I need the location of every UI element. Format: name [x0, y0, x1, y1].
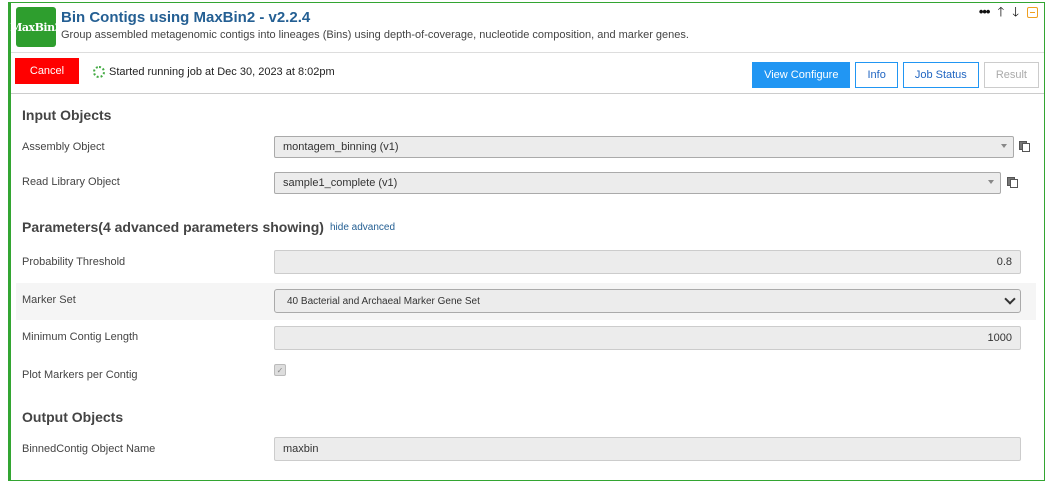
dropdown-arrow-icon: [988, 180, 994, 184]
probability-threshold-input[interactable]: 0.8: [274, 250, 1021, 274]
move-up-icon[interactable]: 🡑: [997, 5, 1004, 19]
app-title[interactable]: Bin Contigs using MaxBin2 - v2.2.4: [61, 9, 310, 26]
app-subtitle: Group assembled metagenomic contigs into…: [61, 29, 689, 41]
assembly-object-value: montagem_binning (v1): [283, 141, 399, 153]
tab-result[interactable]: Result: [983, 62, 1039, 88]
hide-advanced-link[interactable]: hide advanced: [330, 222, 395, 233]
parameters-heading: Parameters(4 advanced parameters showing…: [22, 219, 324, 235]
spinner-icon: [93, 66, 105, 78]
cancel-button[interactable]: Cancel: [15, 58, 79, 84]
job-status-message: Started running job at Dec 30, 2023 at 8…: [93, 66, 335, 78]
plot-markers-label: Plot Markers per Contig: [22, 369, 138, 381]
probability-threshold-label: Probability Threshold: [22, 256, 126, 268]
copy-icon[interactable]: [1007, 177, 1018, 188]
marker-set-value: 40 Bacterial and Archaeal Marker Gene Se…: [287, 296, 480, 307]
tab-view-configure[interactable]: View Configure: [752, 62, 851, 88]
input-objects-heading: Input Objects: [22, 107, 112, 123]
cell-toolbar-icons: ••• 🡑 🡓: [979, 5, 1038, 19]
collapse-icon[interactable]: [1027, 6, 1038, 18]
read-library-value: sample1_complete (v1): [283, 177, 398, 189]
tab-job-status[interactable]: Job Status: [902, 62, 979, 88]
copy-icon[interactable]: [1019, 141, 1030, 152]
read-library-select[interactable]: sample1_complete (v1): [274, 172, 1001, 194]
tab-info[interactable]: Info: [855, 62, 898, 88]
binned-contig-name-input[interactable]: maxbin: [274, 437, 1021, 461]
binned-contig-name-label: BinnedContig Object Name: [22, 443, 156, 455]
app-cell: MaxBin2 Bin Contigs using MaxBin2 - v2.2…: [8, 2, 1045, 481]
marker-set-select[interactable]: 40 Bacterial and Archaeal Marker Gene Se…: [274, 289, 1021, 313]
assembly-object-select[interactable]: montagem_binning (v1): [274, 136, 1014, 158]
assembly-object-label: Assembly Object: [22, 141, 105, 153]
min-contig-length-label: Minimum Contig Length: [22, 331, 139, 343]
plot-markers-checkbox[interactable]: ✓: [274, 364, 286, 376]
more-options-icon[interactable]: •••: [979, 5, 991, 19]
output-objects-heading: Output Objects: [22, 409, 124, 425]
status-text: Started running job at Dec 30, 2023 at 8…: [109, 66, 335, 78]
marker-set-label: Marker Set: [22, 294, 76, 306]
move-down-icon[interactable]: 🡓: [1012, 5, 1019, 19]
view-tabs: View Configure Info Job Status Result: [752, 62, 1039, 88]
maxbin2-logo: MaxBin2: [10, 7, 62, 47]
min-contig-length-input[interactable]: 1000: [274, 326, 1021, 350]
chevron-down-icon: [1004, 293, 1016, 305]
job-toolbar: Cancel Started running job at Dec 30, 20…: [11, 52, 1044, 94]
read-library-label: Read Library Object: [22, 176, 120, 188]
dropdown-arrow-icon: [1001, 144, 1007, 148]
